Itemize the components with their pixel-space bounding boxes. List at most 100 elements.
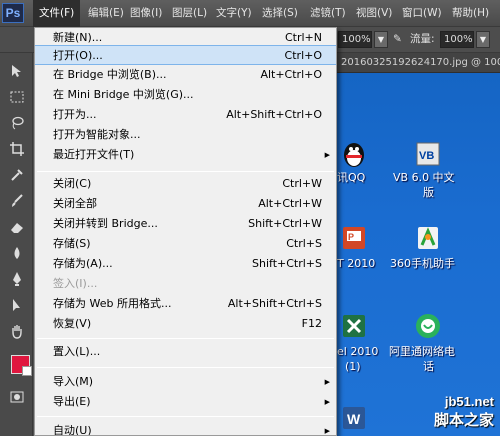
- menu-item-label: 打开为...: [53, 108, 97, 121]
- crop-tool-icon[interactable]: [6, 139, 28, 159]
- hand-tool-icon[interactable]: [6, 321, 28, 341]
- desktop-label-excel: el 2010: [337, 345, 379, 358]
- watermark-site: jb51.net: [444, 394, 494, 409]
- watermark-name: 脚本之家: [433, 411, 494, 429]
- svg-text:P: P: [348, 232, 354, 242]
- menu-separator: [37, 367, 334, 368]
- opacity-field[interactable]: 100%: [338, 31, 372, 48]
- path-selection-tool-icon[interactable]: [6, 295, 28, 315]
- menu-item-shortcut: Ctrl+W: [282, 177, 322, 190]
- document-tab[interactable]: 20160325192624170.jpg @ 100%(RGB: [337, 53, 500, 73]
- menu-item-label: 置入(L)...: [53, 345, 101, 358]
- menu-help[interactable]: 帮助(H): [446, 0, 495, 27]
- quick-mask-icon[interactable]: [6, 387, 28, 407]
- menu-item-save-for-web[interactable]: 存储为 Web 所用格式... Alt+Shift+Ctrl+S: [35, 294, 336, 314]
- desktop-label-qq: 讯QQ: [337, 171, 366, 184]
- desktop-label-excel-line2: (1): [345, 360, 361, 373]
- menu-item-label: 存储为 Web 所用格式...: [53, 297, 172, 310]
- file-menu-dropdown: 新建(N)... Ctrl+N 打开(O)... Ctrl+O 在 Bridge…: [34, 27, 337, 436]
- menu-item-browse-bridge[interactable]: 在 Bridge 中浏览(B)... Alt+Ctrl+O: [35, 65, 336, 85]
- brush-tool-icon[interactable]: [6, 191, 28, 211]
- menu-select[interactable]: 选择(S): [256, 0, 304, 27]
- qq-icon[interactable]: [339, 139, 369, 169]
- menu-item-check-in: 签入(I)...: [35, 274, 336, 294]
- vb6-icon[interactable]: VB: [413, 139, 443, 169]
- menu-item-label: 关闭全部: [53, 197, 97, 210]
- background-color-swatch[interactable]: [22, 366, 32, 376]
- tools-panel: [0, 53, 33, 436]
- desktop-label-powerpoint: T 2010: [337, 257, 376, 270]
- menu-item-close[interactable]: 关闭(C) Ctrl+W: [35, 174, 336, 194]
- lasso-tool-icon[interactable]: [6, 113, 28, 133]
- menu-separator: [37, 338, 334, 339]
- eraser-tool-icon[interactable]: [6, 217, 28, 237]
- opacity-dropdown-icon[interactable]: ▼: [374, 31, 388, 48]
- menu-item-label: 打开为智能对象...: [53, 128, 141, 141]
- document-canvas[interactable]: 讯QQ VB VB 6.0 中文 版 P T 2010 360手机助手 el 2…: [337, 73, 500, 436]
- eyedropper-tool-icon[interactable]: [6, 165, 28, 185]
- menu-item-shortcut: Shift+Ctrl+W: [248, 217, 322, 230]
- powerpoint-icon[interactable]: P: [339, 223, 369, 253]
- menu-item-recent-files[interactable]: 最近打开文件(T) ▶: [35, 145, 336, 165]
- desktop-label-alitong-line2: 话: [423, 360, 434, 373]
- menu-view[interactable]: 视图(V): [350, 0, 398, 27]
- menu-item-label: 导出(E): [53, 395, 91, 408]
- photoshop-logo: Ps: [2, 3, 24, 23]
- move-tool-icon[interactable]: [6, 61, 28, 81]
- menu-image[interactable]: 图像(I): [124, 0, 168, 27]
- menu-item-browse-mini-bridge[interactable]: 在 Mini Bridge 中浏览(G)...: [35, 85, 336, 105]
- pen-tool-icon[interactable]: [6, 269, 28, 289]
- 360-assistant-icon[interactable]: [413, 223, 443, 253]
- menu-item-automate[interactable]: 自动(U) ▶: [35, 421, 336, 435]
- menu-item-import[interactable]: 导入(M) ▶: [35, 372, 336, 392]
- menu-filter[interactable]: 滤镜(T): [304, 0, 352, 27]
- menu-item-label: 导入(M): [53, 375, 94, 388]
- menu-item-shortcut: Alt+Shift+Ctrl+O: [226, 108, 322, 121]
- word-icon[interactable]: W: [339, 403, 369, 433]
- menu-item-label: 签入(I)...: [53, 277, 98, 290]
- alitong-icon[interactable]: [413, 311, 443, 341]
- menu-item-place[interactable]: 置入(L)...: [35, 342, 336, 362]
- menu-item-label: 存储为(A)...: [53, 257, 113, 270]
- menu-item-save-as[interactable]: 存储为(A)... Shift+Ctrl+S: [35, 254, 336, 274]
- excel-icon[interactable]: [339, 311, 369, 341]
- flow-icon: ✎: [393, 33, 402, 45]
- marquee-tool-icon[interactable]: [6, 87, 28, 107]
- flow-field[interactable]: 100%: [440, 31, 474, 48]
- menu-item-shortcut: Shift+Ctrl+S: [252, 257, 322, 270]
- menu-bar: Ps 文件(F) 编辑(E) 图像(I) 图层(L) 文字(Y) 选择(S) 滤…: [0, 0, 500, 27]
- menu-item-label: 在 Mini Bridge 中浏览(G)...: [53, 88, 194, 101]
- submenu-arrow-icon: ▶: [324, 378, 330, 386]
- blur-tool-icon[interactable]: [6, 243, 28, 263]
- svg-text:VB: VB: [419, 150, 434, 162]
- menu-item-shortcut: Ctrl+S: [286, 237, 322, 250]
- menu-item-close-go-bridge[interactable]: 关闭并转到 Bridge... Shift+Ctrl+W: [35, 214, 336, 234]
- menu-edit[interactable]: 编辑(E): [82, 0, 130, 27]
- desktop-label-360: 360手机助手: [390, 257, 455, 270]
- menu-type[interactable]: 文字(Y): [210, 0, 258, 27]
- menu-item-shortcut: F12: [301, 317, 322, 330]
- menu-item-open-as[interactable]: 打开为... Alt+Shift+Ctrl+O: [35, 105, 336, 125]
- menu-item-shortcut: Alt+Ctrl+W: [258, 197, 322, 210]
- menu-layer[interactable]: 图层(L): [166, 0, 213, 27]
- menu-item-export[interactable]: 导出(E) ▶: [35, 392, 336, 412]
- desktop-label-vb6: VB 6.0 中文: [393, 171, 455, 184]
- flow-label: 流量:: [410, 33, 435, 45]
- menu-item-label: 最近打开文件(T): [53, 148, 135, 161]
- menu-separator: [37, 416, 334, 417]
- submenu-arrow-icon: ▶: [324, 151, 330, 159]
- menu-item-label: 恢复(V): [53, 317, 92, 330]
- menu-file[interactable]: 文件(F): [33, 0, 81, 27]
- menu-item-label: 存储(S): [53, 237, 91, 250]
- menu-item-revert[interactable]: 恢复(V) F12: [35, 314, 336, 334]
- menu-window[interactable]: 窗口(W): [396, 0, 448, 27]
- menu-item-shortcut: Ctrl+O: [284, 49, 322, 62]
- menu-separator: [37, 171, 334, 172]
- submenu-arrow-icon: ▶: [324, 427, 330, 435]
- menu-item-open[interactable]: 打开(O)... Ctrl+O: [35, 45, 336, 65]
- menu-item-close-all[interactable]: 关闭全部 Alt+Ctrl+W: [35, 194, 336, 214]
- flow-dropdown-icon[interactable]: ▼: [476, 31, 490, 48]
- menu-item-save[interactable]: 存储(S) Ctrl+S: [35, 234, 336, 254]
- menu-item-shortcut: Alt+Shift+Ctrl+S: [227, 297, 322, 310]
- menu-item-open-smart-object[interactable]: 打开为智能对象...: [35, 125, 336, 145]
